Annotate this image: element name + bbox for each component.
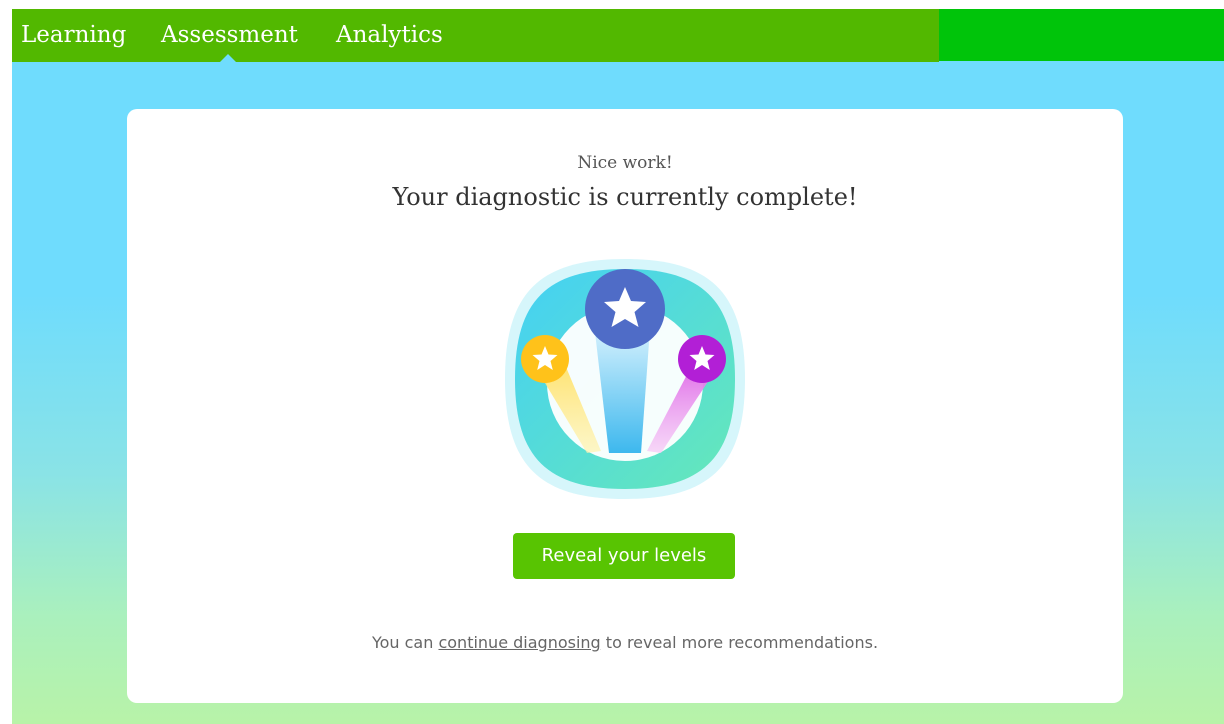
diagnostic-complete-card: Nice work! Your diagnostic is currently … [127, 109, 1123, 703]
tab-learning[interactable]: Learning [21, 9, 126, 62]
footnote-suffix: to reveal more recommendations. [600, 633, 879, 652]
top-navigation-bar: Learning Assessment Analytics [12, 9, 939, 62]
card-title: Your diagnostic is currently complete! [392, 183, 858, 211]
continue-diagnosing-link[interactable]: continue diagnosing [438, 633, 600, 652]
tab-analytics[interactable]: Analytics [336, 9, 443, 62]
active-tab-indicator [220, 54, 236, 62]
three-stars-badge-icon [505, 259, 745, 499]
footnote-prefix: You can [371, 633, 439, 652]
continue-diagnosing-note: You can continue diagnosing to reveal mo… [127, 633, 1123, 652]
app-background: Learning Assessment Analytics Nice work!… [12, 9, 1224, 724]
card-subtitle: Nice work! [577, 153, 673, 173]
reveal-levels-button[interactable]: Reveal your levels [513, 533, 735, 579]
top-bar-extension [939, 9, 1224, 61]
